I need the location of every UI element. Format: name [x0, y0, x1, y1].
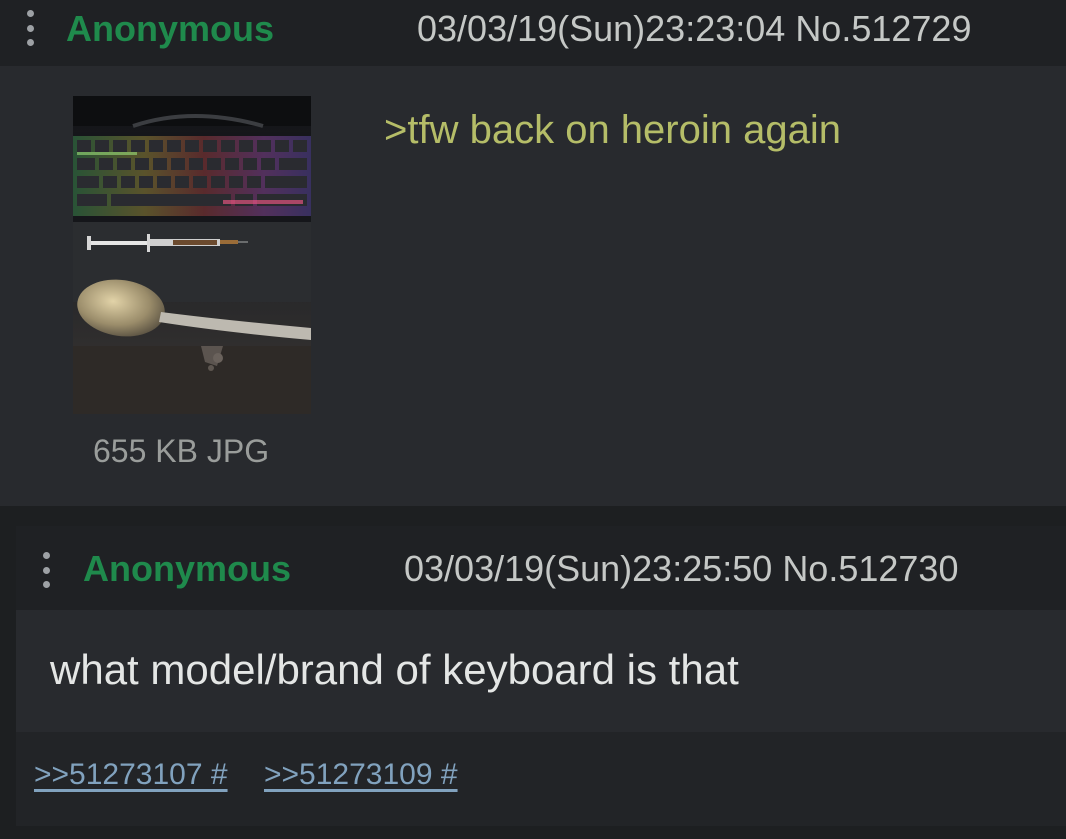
post-header: Anonymous 03/03/19(Sun)23:25:50 No.51273…	[16, 526, 1066, 610]
post-meta: 03/03/19(Sun)23:25:50 No.512730	[404, 548, 958, 590]
backlink[interactable]: >>51273109 #	[264, 758, 458, 792]
more-vertical-icon[interactable]	[23, 10, 37, 46]
file-info: 655 KB JPG	[93, 433, 270, 469]
post-body-greentext: >tfw back on heroin again	[384, 108, 841, 152]
post-body: what model/brand of keyboard is that	[50, 646, 739, 693]
post-image-thumbnail[interactable]	[73, 96, 311, 414]
more-vertical-icon[interactable]	[39, 552, 53, 588]
post-number[interactable]: No.512730	[782, 548, 958, 589]
post-meta: 03/03/19(Sun)23:23:04 No.512729	[417, 8, 971, 50]
post-header: Anonymous 03/03/19(Sun)23:23:04 No.51272…	[0, 0, 1066, 66]
post-reply: Anonymous 03/03/19(Sun)23:25:50 No.51273…	[16, 526, 1066, 826]
post-number[interactable]: No.512729	[795, 8, 971, 49]
post-op: Anonymous 03/03/19(Sun)23:23:04 No.51272…	[0, 0, 1066, 506]
poster-name: Anonymous	[66, 8, 275, 49]
backlink[interactable]: >>51273107 #	[34, 758, 228, 792]
poster-name: Anonymous	[83, 548, 292, 589]
post-datetime: 03/03/19(Sun)23:23:04	[417, 8, 786, 49]
post-datetime: 03/03/19(Sun)23:25:50	[404, 548, 773, 589]
backlinks-bar: >>51273107 # >>51273109 #	[16, 732, 1066, 826]
